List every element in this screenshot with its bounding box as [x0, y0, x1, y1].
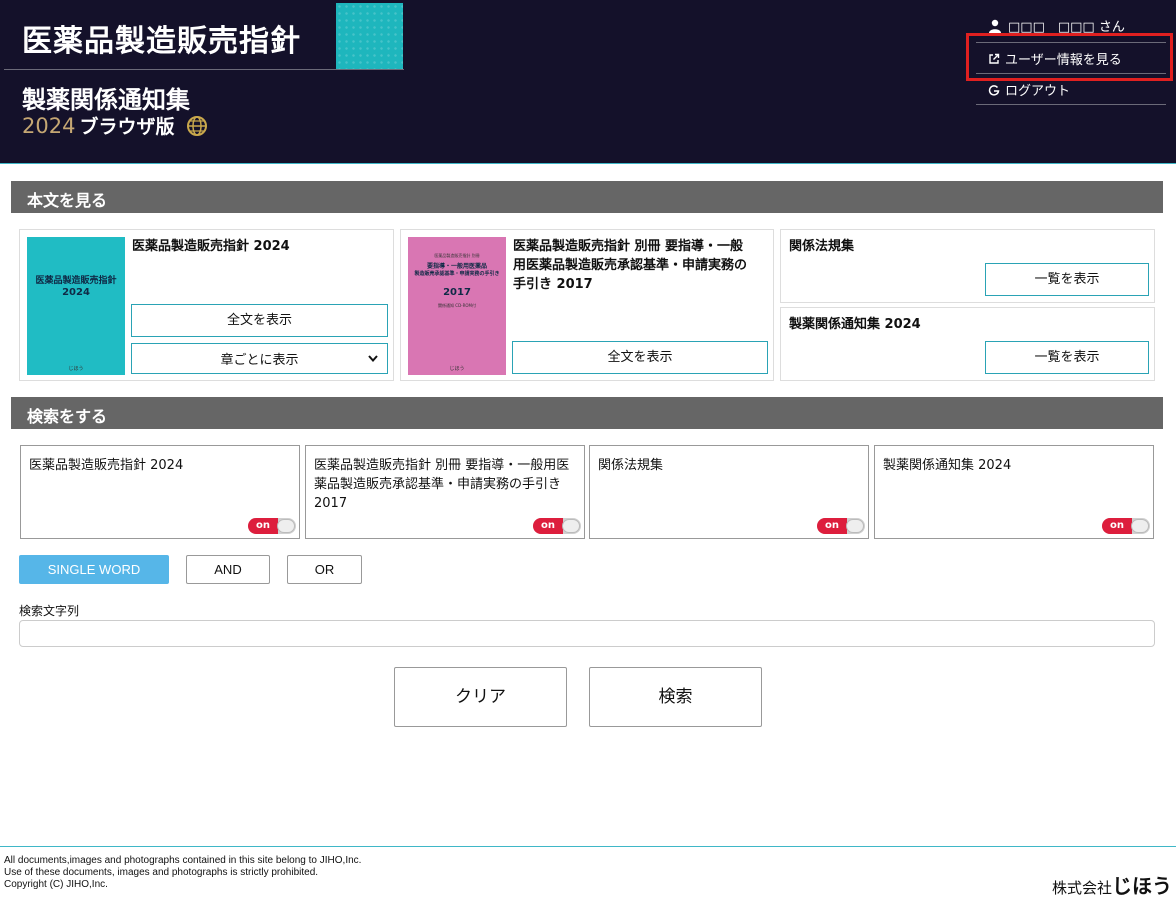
book-card-guideline-2024: 医薬品製造販売指針 2024 じほう 医薬品製造販売指針 2024 全文を表示 …: [19, 229, 394, 381]
footer-copyright: All documents,images and photographs con…: [4, 855, 361, 891]
clear-button[interactable]: クリア: [394, 667, 567, 727]
search-target-label: 医薬品製造販売指針 2024: [29, 458, 184, 473]
cover-line1: 医薬品製造販売指針 別冊: [434, 253, 480, 258]
chevron-down-icon: [368, 355, 378, 363]
book-cover-supplement-2017: 医薬品製造販売指針 別冊 要指導・一般用医薬品 製造販売承認基準・申請実務の手引…: [408, 237, 506, 375]
full-text-button[interactable]: 全文を表示: [131, 304, 388, 337]
full-text-button[interactable]: 全文を表示: [512, 341, 768, 374]
toggle-knob: [846, 519, 864, 533]
search-target-supplement-2017: 医薬品製造販売指針 別冊 要指導・一般用医薬品製造販売承認基準・申請実務の手引き…: [305, 445, 585, 539]
chapter-select[interactable]: 章ごとに表示: [131, 343, 388, 374]
search-target-toggle[interactable]: on: [533, 518, 581, 534]
logout-link-label: ログアウト: [1005, 84, 1071, 99]
and-mode-button[interactable]: AND: [186, 555, 270, 584]
search-target-toggle[interactable]: on: [248, 518, 296, 534]
view-section-heading: 本文を見る: [11, 181, 1163, 213]
title-divider: [4, 69, 404, 70]
search-target-notices: 製薬関係通知集 2024 on: [874, 445, 1154, 539]
cover-note: 関係通知 CD-ROM付: [438, 303, 476, 308]
footer-line-1: All documents,images and photographs con…: [4, 855, 362, 866]
cover-publisher: じほう: [449, 366, 465, 372]
site-subtitle: 製薬関係通知集: [22, 86, 190, 114]
notices-title: 製薬関係通知集 2024: [789, 317, 921, 332]
edition-version: ブラウザ版: [79, 116, 175, 138]
user-icon: [989, 19, 1001, 33]
search-target-laws: 関係法規集 on: [589, 445, 869, 539]
toggle-on-label: on: [533, 518, 563, 534]
laws-list-button[interactable]: 一覧を表示: [985, 263, 1149, 296]
edition-year: 2024: [22, 114, 76, 138]
site-title: 医薬品製造販売指針: [22, 24, 301, 59]
notices-list-button-label: 一覧を表示: [1034, 350, 1100, 365]
company-logo: 株式会社じほう: [1052, 870, 1172, 897]
cover-line3: 製造販売承認基準・申請実務の手引き: [414, 271, 500, 277]
full-text-button-label: 全文を表示: [607, 350, 673, 365]
single-word-mode-button[interactable]: SINGLE WORD: [19, 555, 169, 584]
search-target-label: 医薬品製造販売指針 別冊 要指導・一般用医薬品製造販売承認基準・申請実務の手引き…: [314, 458, 570, 511]
company-name: じほう: [1112, 874, 1172, 897]
search-button[interactable]: 検索: [589, 667, 762, 727]
chapter-select-value: 章ごとに表示: [220, 353, 299, 368]
book-cover-guideline-2024: 医薬品製造販売指針 2024 じほう: [27, 237, 125, 375]
cover-title: 医薬品製造販売指針: [35, 276, 117, 286]
laws-card: 関係法規集 一覧を表示: [780, 229, 1155, 303]
cover-year: 2017: [443, 287, 471, 298]
footer-line-2: Use of these documents, images and photo…: [4, 867, 319, 878]
toggle-knob: [562, 519, 580, 533]
user-menu-divider: [976, 104, 1166, 105]
logout-icon: [988, 85, 1000, 96]
toggle-knob: [1131, 519, 1149, 533]
edition-label: 2024 ブラウザ版: [22, 112, 208, 139]
search-target-toggle[interactable]: on: [817, 518, 865, 534]
title-decoration: [336, 3, 403, 69]
book-title: 医薬品製造販売指針 2024: [132, 239, 290, 254]
company-prefix: 株式会社: [1051, 879, 1112, 897]
cover-year: 2024: [62, 287, 90, 298]
cover-line2: 要指導・一般用医薬品: [426, 263, 487, 270]
logout-link[interactable]: ログアウト: [988, 80, 1070, 99]
toggle-on-label: on: [248, 518, 278, 534]
search-section-heading: 検索をする: [11, 397, 1163, 429]
search-target-toggle[interactable]: on: [1102, 518, 1150, 534]
book-title: 医薬品製造販売指針 別冊 要指導・一般用医薬品製造販売承認基準・申請実務の手引き…: [513, 239, 748, 292]
footer-line-3: Copyright (C) JIHO,Inc.: [4, 879, 108, 890]
book-card-supplement-2017: 医薬品製造販売指針 別冊 要指導・一般用医薬品 製造販売承認基準・申請実務の手引…: [400, 229, 774, 381]
search-target-label: 関係法規集: [598, 458, 664, 473]
full-text-button-label: 全文を表示: [226, 313, 292, 328]
search-query-label: 検索文字列: [19, 604, 80, 618]
notices-card: 製薬関係通知集 2024 一覧を表示: [780, 307, 1155, 381]
cover-publisher: じほう: [68, 366, 84, 372]
notices-list-button[interactable]: 一覧を表示: [985, 341, 1149, 374]
toggle-knob: [277, 519, 295, 533]
laws-title: 関係法規集: [789, 239, 855, 254]
search-query-input[interactable]: [19, 620, 1155, 647]
footer-divider: [0, 846, 1176, 847]
search-target-guideline-2024: 医薬品製造販売指針 2024 on: [20, 445, 300, 539]
highlight-annotation: [966, 33, 1173, 81]
toggle-on-label: on: [1102, 518, 1132, 534]
toggle-on-label: on: [817, 518, 847, 534]
laws-list-button-label: 一覧を表示: [1034, 272, 1100, 287]
or-mode-button[interactable]: OR: [287, 555, 362, 584]
search-target-label: 製薬関係通知集 2024: [883, 458, 1012, 473]
site-header: 医薬品製造販売指針 製薬関係通知集 2024 ブラウザ版 □□□ □□□ さん ユ…: [0, 0, 1176, 164]
globe-icon: [186, 116, 207, 136]
